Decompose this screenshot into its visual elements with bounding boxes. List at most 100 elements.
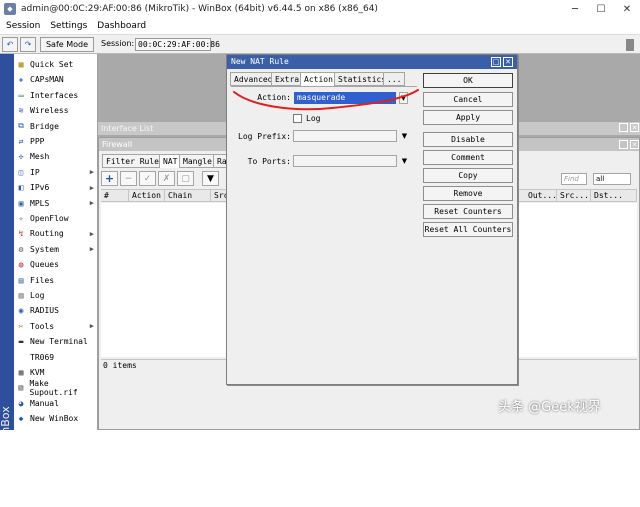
terminal-icon: ▬ xyxy=(18,337,24,347)
sidebar-item-capsman[interactable]: ✚ CAPsMAN xyxy=(16,72,98,87)
menu-settings[interactable]: Settings xyxy=(50,21,87,31)
sidebar-item-routing[interactable]: ↯ Routing ▶ xyxy=(16,226,98,241)
log-prefix-dropdown-icon[interactable]: ▼ xyxy=(400,130,409,142)
maximize-icon[interactable]: ☐ xyxy=(588,0,614,18)
sidebar-item-log[interactable]: ▥ Log xyxy=(16,288,98,303)
sidebar-item-bridge[interactable]: ⧉ Bridge xyxy=(16,119,98,134)
comment-button[interactable]: Comment xyxy=(423,150,513,165)
minimize-icon[interactable]: ─ xyxy=(562,0,588,18)
sidebar-item-ip[interactable]: ◫ IP ▶ xyxy=(16,165,98,180)
filter-icon[interactable]: ▼ xyxy=(202,171,219,186)
enable-icon[interactable]: ✓ xyxy=(139,171,156,186)
ok-button[interactable]: OK xyxy=(423,73,513,88)
nat-maximize-icon[interactable]: □ xyxy=(491,57,501,67)
menu-dashboard[interactable]: Dashboard xyxy=(97,21,146,31)
undo-icon[interactable]: ↶ xyxy=(2,37,18,52)
sidebar-item-queues[interactable]: ◍ Queues xyxy=(16,257,98,272)
column-out[interactable]: Out... xyxy=(525,190,557,202)
redo-icon[interactable]: ↷ xyxy=(20,37,36,52)
nat-rule-title: New NAT Rule xyxy=(231,57,289,66)
reset-all-counters-button[interactable]: Reset All Counters xyxy=(423,222,513,237)
nat-close-icon[interactable]: ✕ xyxy=(503,57,513,67)
column-action[interactable]: Action xyxy=(129,190,165,202)
kvm-icon: ▩ xyxy=(18,368,24,377)
disable-button[interactable]: Disable xyxy=(423,132,513,147)
log-prefix-field[interactable] xyxy=(293,130,397,142)
action-dropdown-icon[interactable]: ▼ xyxy=(399,92,408,104)
sidebar-item-ppp[interactable]: ⇄ PPP xyxy=(16,134,98,149)
action-tab-panel: Action: masquerade ▼ Log Log Prefix: ▼ T… xyxy=(231,86,417,380)
sidebar-item-label: RADIUS xyxy=(30,306,59,316)
queues-icon: ◍ xyxy=(18,260,24,270)
tab-advanced[interactable]: Advanced xyxy=(230,72,277,86)
sidebar-item-quick-set[interactable]: ▦ Quick Set xyxy=(16,57,98,72)
sidebar-item-openflow[interactable]: ✧ OpenFlow xyxy=(16,211,98,226)
add-icon[interactable]: + xyxy=(101,171,118,186)
sidebar-item-label: PPP xyxy=(30,137,45,146)
sidebar-item-label: Log xyxy=(30,291,45,300)
sidebar-item-new-winbox[interactable]: ◆ New WinBox xyxy=(16,411,98,426)
tab-filter-rules[interactable]: Filter Rules xyxy=(102,154,168,168)
firewall-close-icon[interactable]: ✕ xyxy=(630,140,639,149)
column-src-port[interactable]: Src... xyxy=(557,190,591,202)
comment-icon[interactable]: ▢ xyxy=(177,171,194,186)
sidebar-item-ipv6[interactable]: ◧ IPv6 ▶ xyxy=(16,180,98,195)
tab-extra[interactable]: Extra xyxy=(271,72,304,86)
filter-select[interactable]: all xyxy=(593,173,631,185)
to-ports-label: To Ports: xyxy=(247,157,291,166)
tab-more[interactable]: ... xyxy=(383,72,406,86)
sidebar-item-interfaces[interactable]: ▭ Interfaces xyxy=(16,88,98,103)
to-ports-field[interactable] xyxy=(293,155,397,167)
tab-action[interactable]: Action xyxy=(300,72,337,86)
sidebar-item-files[interactable]: ▤ Files xyxy=(16,273,98,288)
submenu-arrow-icon: ▶ xyxy=(89,245,94,254)
winbox-app-icon: ◆ xyxy=(4,3,16,15)
menu-session[interactable]: Session xyxy=(6,21,40,31)
sidebar-item-wireless[interactable]: ≋ Wireless xyxy=(16,103,98,118)
disable-icon[interactable]: ✗ xyxy=(158,171,175,186)
session-field[interactable]: 00:0C:29:AF:00:86 xyxy=(135,38,220,51)
sidebar-item-label: IPv6 xyxy=(30,183,50,193)
column-dst-port[interactable]: Dst... xyxy=(591,190,637,202)
sidebar: RouterOS WinBox ▦ Quick Set ✚ CAPsMAN ▭ Inter… xyxy=(0,54,98,503)
safe-mode-button[interactable]: Safe Mode xyxy=(40,37,94,52)
sidebar-item-tr069[interactable]: TR069 xyxy=(16,350,98,365)
tab-statistics[interactable]: Statistics xyxy=(334,72,391,86)
sidebar-item-tools[interactable]: ✂ Tools ▶ xyxy=(16,319,98,334)
sidebar-item-radius[interactable]: ◉ RADIUS xyxy=(16,303,98,318)
close-icon[interactable]: ✕ xyxy=(614,0,640,18)
sidebar-item-kvm[interactable]: ▩ KVM xyxy=(16,365,98,380)
status-indicator xyxy=(626,39,634,51)
action-select[interactable]: masquerade xyxy=(294,92,396,104)
sidebar-item-new-terminal[interactable]: ▬ New Terminal xyxy=(16,334,98,349)
tab-mangle[interactable]: Mangle xyxy=(179,154,216,168)
column-number[interactable]: # xyxy=(101,190,129,202)
sidebar-item-label: MPLS xyxy=(30,198,50,208)
column-chain[interactable]: Chain xyxy=(165,190,211,202)
copy-button[interactable]: Copy xyxy=(423,168,513,183)
submenu-arrow-icon: ▶ xyxy=(89,229,94,238)
nat-rule-titlebar[interactable]: New NAT Rule xyxy=(227,55,517,69)
apply-button[interactable]: Apply xyxy=(423,110,513,125)
cancel-button[interactable]: Cancel xyxy=(423,92,513,107)
sidebar-item-manual[interactable]: ◕ Manual xyxy=(16,396,98,411)
sidebar-item-system[interactable]: ⚙ System ▶ xyxy=(16,242,98,257)
interface-list-close-icon[interactable]: ✕ xyxy=(630,123,639,132)
sidebar-item-label: Files xyxy=(30,275,55,285)
interface-list-maximize-icon[interactable] xyxy=(619,123,628,132)
find-input[interactable]: Find xyxy=(561,173,587,185)
firewall-maximize-icon[interactable] xyxy=(619,140,628,149)
reset-counters-button[interactable]: Reset Counters xyxy=(423,204,513,219)
action-label: Action: xyxy=(257,93,291,102)
openflow-icon: ✧ xyxy=(18,214,24,223)
remove-button[interactable]: Remove xyxy=(423,186,513,201)
submenu-arrow-icon: ▶ xyxy=(89,168,94,177)
firewall-title: Firewall xyxy=(102,140,133,149)
sidebar-item-mesh[interactable]: ✣ Mesh xyxy=(16,149,98,164)
remove-icon[interactable]: − xyxy=(120,171,137,186)
sidebar-item-label: CAPsMAN xyxy=(30,75,64,85)
sidebar-item-make-supout-rif[interactable]: ▧ Make Supout.rif xyxy=(16,379,98,397)
sidebar-item-mpls[interactable]: ▣ MPLS ▶ xyxy=(16,196,98,211)
to-ports-dropdown-icon[interactable]: ▼ xyxy=(400,155,409,167)
log-checkbox[interactable] xyxy=(293,114,302,123)
